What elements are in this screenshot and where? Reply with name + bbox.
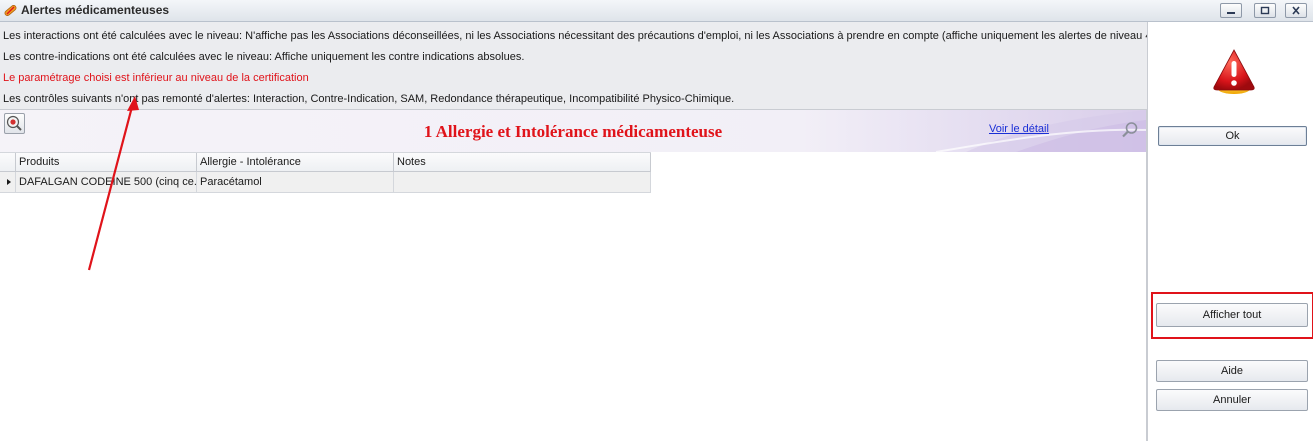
help-button[interactable]: Aide (1156, 360, 1308, 382)
action-sidebar: Ok Afficher tout Aide Annuler (1147, 22, 1313, 441)
cancel-button[interactable]: Annuler (1156, 389, 1308, 411)
cell-notes[interactable] (394, 172, 651, 192)
title-bar: Alertes médicamenteuses (0, 0, 1313, 22)
column-header-notes[interactable]: Notes (394, 153, 651, 172)
row-pointer-icon (7, 179, 11, 185)
search-icon[interactable] (1121, 121, 1139, 139)
alert-banner-title: 1 Allergie et Intolérance médicamenteuse (423, 122, 723, 141)
certification-warning-text: Le paramétrage choisi est inférieur au n… (3, 72, 309, 84)
maximize-icon (1260, 6, 1270, 15)
cell-allergy[interactable]: Paracétamol (197, 172, 394, 192)
close-button[interactable] (1285, 3, 1307, 18)
info-panel: Les interactions ont été calculées avec … (0, 22, 1155, 109)
alert-banner: 1 Allergie et Intolérance médicamenteuse… (0, 110, 1146, 152)
column-header-products[interactable]: Produits (16, 153, 197, 172)
column-header-allergy[interactable]: Allergie - Intolérance (197, 153, 394, 172)
close-icon (1292, 6, 1300, 15)
warning-icon (1213, 49, 1255, 94)
maximize-button[interactable] (1254, 3, 1276, 18)
controls-summary-text: Les contrôles suivants n'ont pas remonté… (3, 93, 735, 105)
table-header: Produits Allergie - Intolérance Notes (0, 152, 651, 172)
minimize-icon (1227, 12, 1235, 14)
cell-product[interactable]: DAFALGAN CODEINE 500 (cinq ce... (16, 172, 197, 192)
row-indicator (0, 172, 16, 192)
show-all-button[interactable]: Afficher tout (1156, 303, 1308, 327)
row-indicator-header (0, 153, 16, 172)
alerts-grid-area: 1 Allergie et Intolérance médicamenteuse… (0, 109, 1147, 441)
pill-icon (4, 5, 17, 16)
table-row[interactable]: DAFALGAN CODEINE 500 (cinq ce... Paracét… (0, 172, 651, 193)
window-title: Alertes médicamenteuses (21, 3, 170, 17)
contraindications-level-text: Les contre-indications ont été calculées… (3, 51, 525, 63)
interactions-level-text: Les interactions ont été calculées avec … (3, 30, 1156, 42)
minimize-button[interactable] (1220, 3, 1242, 18)
ok-button[interactable]: Ok (1158, 126, 1307, 146)
view-detail-link[interactable]: Voir le détail (989, 123, 1049, 135)
